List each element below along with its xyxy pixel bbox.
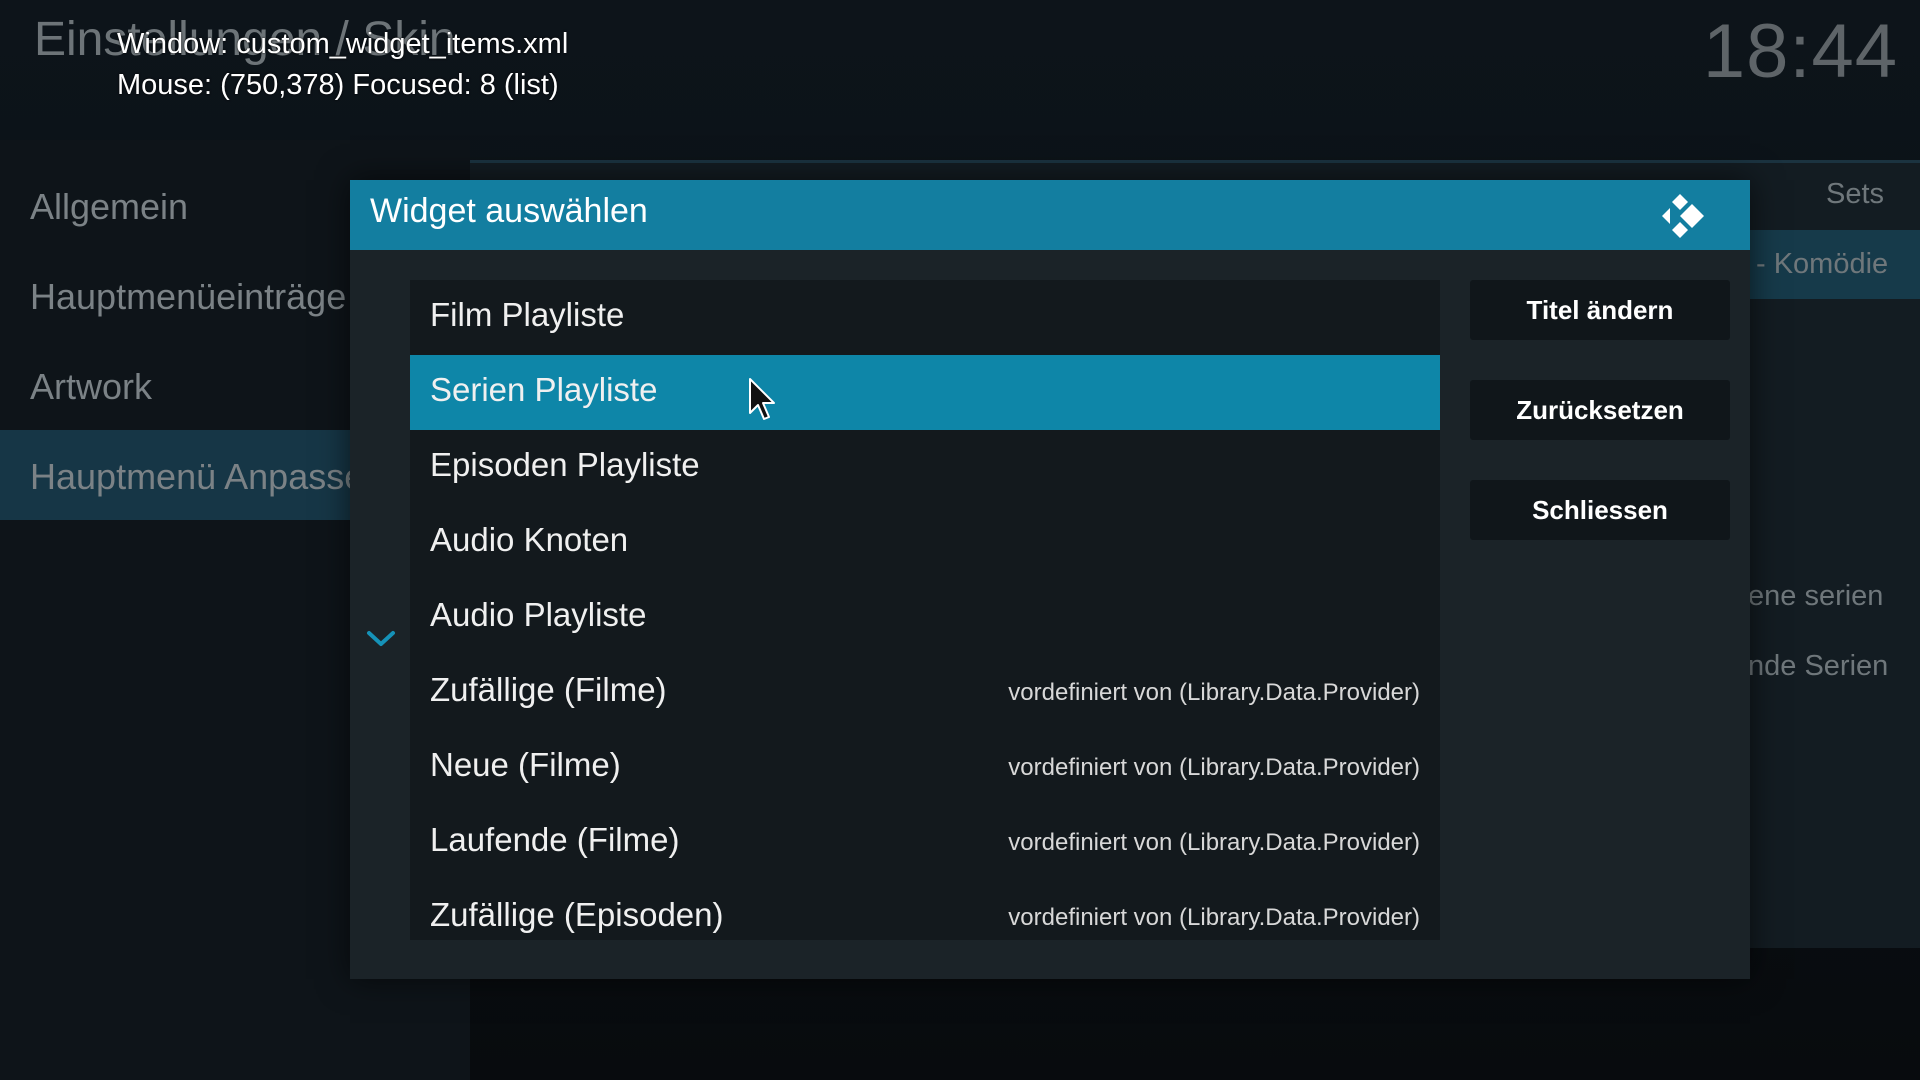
list-item[interactable]: Audio Knoten [410,505,1440,580]
list-item-sublabel: vordefiniert von (Library.Data.Provider) [1008,679,1420,706]
list-item-selected[interactable]: Serien Playliste [410,355,1440,430]
list-item[interactable]: Episoden Playliste [410,430,1440,505]
background-selected-label: - Komödie [1756,248,1889,280]
list-item-label: Zufällige (Filme) [430,671,667,708]
sidebar-item-hauptmenueintraege[interactable]: Hauptmenüeinträge [30,276,346,318]
list-item-label: Neue (Filme) [430,746,621,783]
list-item[interactable]: Film Playliste [410,280,1440,355]
list-item-label: Episoden Playliste [430,446,700,483]
list-item[interactable]: Audio Playliste [410,580,1440,655]
list-item-sublabel: vordefiniert von (Library.Data.Provider) [1008,904,1420,931]
sidebar-item-allgemein[interactable]: Allgemein [30,186,188,228]
debug-overlay: Window: custom_widget_items.xml Mouse: (… [117,24,568,106]
debug-mouse-line: Mouse: (750,378) Focused: 8 (list) [117,69,559,101]
list-item[interactable]: Neue (Filme) vordefiniert von (Library.D… [410,730,1440,805]
list-item-label: Laufende (Filme) [430,821,680,858]
chevron-down-icon[interactable] [366,628,396,650]
list-item-label: Audio Knoten [430,521,629,558]
clock: 18:44 [1702,9,1898,94]
widget-select-dialog: Widget auswählen Film Playliste Serien P… [350,180,1750,979]
list-item[interactable]: Zufällige (Episoden) vordefiniert von (L… [410,880,1440,940]
widget-list[interactable]: Film Playliste Serien Playliste Episoden… [410,280,1440,940]
background-item: nde Serien [1748,650,1889,682]
background-header-sets: Sets [1826,178,1885,210]
list-item-label: Zufällige (Episoden) [430,896,724,933]
reset-button[interactable]: Zurücksetzen [1470,380,1730,440]
list-item[interactable]: Zufällige (Filme) vordefiniert von (Libr… [410,655,1440,730]
background-item: ene serien [1748,580,1884,612]
dialog-header: Widget auswählen [350,180,1750,250]
dialog-title: Widget auswählen [370,192,648,230]
mouse-pointer-icon [749,378,775,420]
list-item-sublabel: vordefiniert von (Library.Data.Provider) [1008,754,1420,781]
list-item-sublabel: vordefiniert von (Library.Data.Provider) [1008,829,1420,856]
sidebar-item-hauptmenue-anpassen[interactable]: Hauptmenü Anpassen [30,456,384,498]
close-button[interactable]: Schliessen [1470,480,1730,540]
list-item-label: Audio Playliste [430,596,647,633]
rename-button[interactable]: Titel ändern [1470,280,1730,340]
list-item-label: Film Playliste [430,296,625,333]
kodi-logo-icon [1662,194,1704,238]
list-item[interactable]: Laufende (Filme) vordefiniert von (Libra… [410,805,1440,880]
sidebar-item-artwork[interactable]: Artwork [30,366,152,408]
list-item-label: Serien Playliste [430,371,658,408]
debug-window-line: Window: custom_widget_items.xml [117,28,569,60]
